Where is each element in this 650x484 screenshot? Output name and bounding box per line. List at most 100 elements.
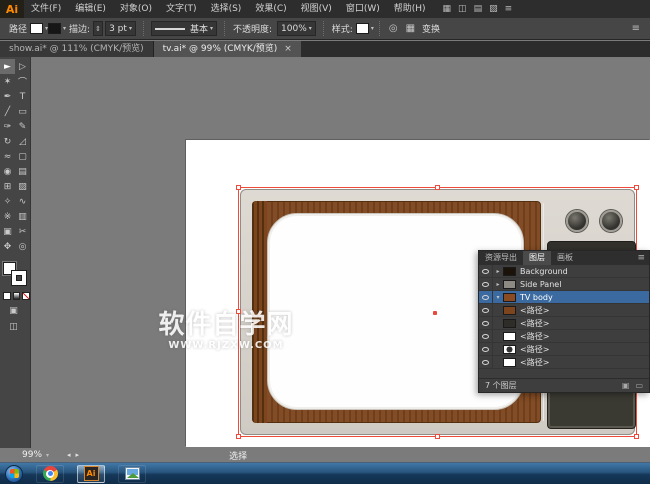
- free-transform-tool[interactable]: ▢: [15, 149, 30, 164]
- brush-definition-dropdown[interactable]: 基本 ▾: [151, 21, 217, 36]
- taskbar-image-viewer-button[interactable]: [118, 465, 146, 483]
- eye-icon[interactable]: [482, 334, 489, 339]
- layer-row-path[interactable]: <路径>: [479, 330, 649, 343]
- column-graph-tool[interactable]: ▥: [15, 209, 30, 224]
- layer-name[interactable]: <路径>: [520, 305, 549, 316]
- visibility-cell[interactable]: [479, 291, 493, 303]
- color-button[interactable]: [3, 292, 11, 300]
- next-artboard-icon[interactable]: ▸: [76, 451, 80, 459]
- screen-mode-icon[interactable]: ◫: [0, 322, 27, 332]
- expander-icon[interactable]: ▾: [493, 294, 503, 301]
- eye-icon[interactable]: [482, 295, 489, 300]
- symbol-sprayer-tool[interactable]: ※: [0, 209, 15, 224]
- style-swatch[interactable]: [356, 23, 369, 34]
- line-segment-tool[interactable]: ╱: [0, 104, 15, 119]
- app-menu-icon[interactable]: ≡: [505, 4, 513, 14]
- stroke-caret-icon[interactable]: ▾: [63, 25, 66, 32]
- direct-selection-tool[interactable]: ▷: [15, 59, 30, 74]
- pen-tool[interactable]: ✒: [0, 89, 15, 104]
- recolor-artwork-icon[interactable]: ◎: [389, 23, 398, 34]
- paintbrush-tool[interactable]: ✑: [0, 119, 15, 134]
- delete-layer-icon[interactable]: ▭: [635, 381, 643, 390]
- rectangle-tool[interactable]: ▭: [15, 104, 30, 119]
- layer-row-path[interactable]: <路径>: [479, 356, 649, 369]
- search-icon[interactable]: ▧: [489, 4, 498, 14]
- handle-top-right[interactable]: [634, 185, 639, 190]
- eye-icon[interactable]: [482, 308, 489, 313]
- style-caret-icon[interactable]: ▾: [371, 25, 374, 32]
- expander-icon[interactable]: ▸: [493, 281, 503, 288]
- brush-caret-icon[interactable]: ▾: [210, 25, 213, 32]
- new-layer-icon[interactable]: ▣: [622, 381, 630, 390]
- perspective-grid-tool[interactable]: ▤: [15, 164, 30, 179]
- menu-object[interactable]: 对象(O): [113, 0, 159, 18]
- eye-icon[interactable]: [482, 269, 489, 274]
- tab-layers[interactable]: 图层: [523, 251, 551, 265]
- eye-icon[interactable]: [482, 347, 489, 352]
- menu-type[interactable]: 文字(T): [159, 0, 204, 18]
- lasso-tool[interactable]: ⌒: [15, 74, 30, 89]
- document-tab-tv[interactable]: tv.ai* @ 99% (CMYK/预览) ×: [154, 41, 301, 57]
- pencil-tool[interactable]: ✎: [15, 119, 30, 134]
- handle-top-middle[interactable]: [435, 185, 440, 190]
- transform-panel-button[interactable]: 变换: [422, 22, 440, 35]
- menu-select[interactable]: 选择(S): [204, 0, 249, 18]
- menu-edit[interactable]: 编辑(E): [68, 0, 113, 18]
- none-button[interactable]: [22, 292, 30, 300]
- fill-color-swatch[interactable]: [30, 23, 43, 34]
- menu-file[interactable]: 文件(F): [24, 0, 68, 18]
- menu-view[interactable]: 视图(V): [294, 0, 339, 18]
- align-panel-icon[interactable]: ▦: [406, 23, 415, 34]
- taskbar-illustrator-button[interactable]: Ai: [77, 465, 105, 483]
- zoom-level-dropdown[interactable]: 99% ▾: [22, 450, 49, 460]
- width-tool[interactable]: ≈: [0, 149, 15, 164]
- layer-row-tv-body[interactable]: ▾ TV body: [479, 291, 649, 304]
- layer-name[interactable]: <路径>: [520, 331, 549, 342]
- mesh-tool[interactable]: ⊞: [0, 179, 15, 194]
- handle-bottom-middle[interactable]: [435, 434, 440, 439]
- layer-row-path[interactable]: <路径>: [479, 343, 649, 356]
- layer-name[interactable]: Side Panel: [520, 280, 561, 289]
- scale-tool[interactable]: ◿: [15, 134, 30, 149]
- eye-icon[interactable]: [482, 360, 489, 365]
- visibility-cell[interactable]: [479, 278, 493, 290]
- zoom-caret-icon[interactable]: ▾: [46, 452, 49, 459]
- layer-row-background[interactable]: ▸ Background: [479, 265, 649, 278]
- layer-name[interactable]: <路径>: [520, 357, 549, 368]
- workspace-switcher-icon[interactable]: ◫: [458, 4, 467, 14]
- stroke-weight-caret-icon[interactable]: ▾: [129, 25, 132, 32]
- arrange-documents-icon[interactable]: ▦: [443, 4, 452, 14]
- menu-help[interactable]: 帮助(H): [387, 0, 433, 18]
- stroke-weight-field[interactable]: 3 pt ▾: [105, 21, 136, 36]
- artboard-tool[interactable]: ▣: [0, 224, 15, 239]
- menu-effect[interactable]: 效果(C): [248, 0, 293, 18]
- visibility-cell[interactable]: [479, 330, 493, 342]
- document-tab-show[interactable]: show.ai* @ 111% (CMYK/预览): [0, 41, 154, 57]
- shape-builder-tool[interactable]: ◉: [0, 164, 15, 179]
- magic-wand-tool[interactable]: ✶: [0, 74, 15, 89]
- layer-name[interactable]: TV body: [520, 293, 553, 302]
- rotate-tool[interactable]: ↻: [0, 134, 15, 149]
- handle-bottom-left[interactable]: [236, 434, 241, 439]
- panel-menu-icon[interactable]: ≡: [637, 251, 649, 265]
- zoom-tool[interactable]: ◎: [15, 239, 30, 254]
- handle-top-left[interactable]: [236, 185, 241, 190]
- visibility-cell[interactable]: [479, 304, 493, 316]
- opacity-field[interactable]: 100% ▾: [277, 21, 316, 36]
- eye-icon[interactable]: [482, 321, 489, 326]
- stroke-proxy-swatch[interactable]: [12, 271, 26, 285]
- layer-row-side-panel[interactable]: ▸ Side Panel: [479, 278, 649, 291]
- app-logo[interactable]: Ai: [0, 0, 24, 18]
- stroke-weight-stepper[interactable]: ⇕: [93, 21, 103, 36]
- gradient-tool[interactable]: ▨: [15, 179, 30, 194]
- layer-row-path[interactable]: <路径>: [479, 304, 649, 317]
- selection-tool[interactable]: ►: [0, 59, 15, 74]
- visibility-cell[interactable]: [479, 356, 493, 368]
- taskbar-chrome-button[interactable]: [36, 465, 64, 483]
- layer-name[interactable]: <路径>: [520, 318, 549, 329]
- stroke-color-swatch[interactable]: [48, 23, 61, 34]
- prev-artboard-icon[interactable]: ◂: [67, 451, 71, 459]
- layer-name[interactable]: <路径>: [520, 344, 549, 355]
- tab-artboards[interactable]: 画板: [551, 251, 579, 265]
- eyedropper-tool[interactable]: ✧: [0, 194, 15, 209]
